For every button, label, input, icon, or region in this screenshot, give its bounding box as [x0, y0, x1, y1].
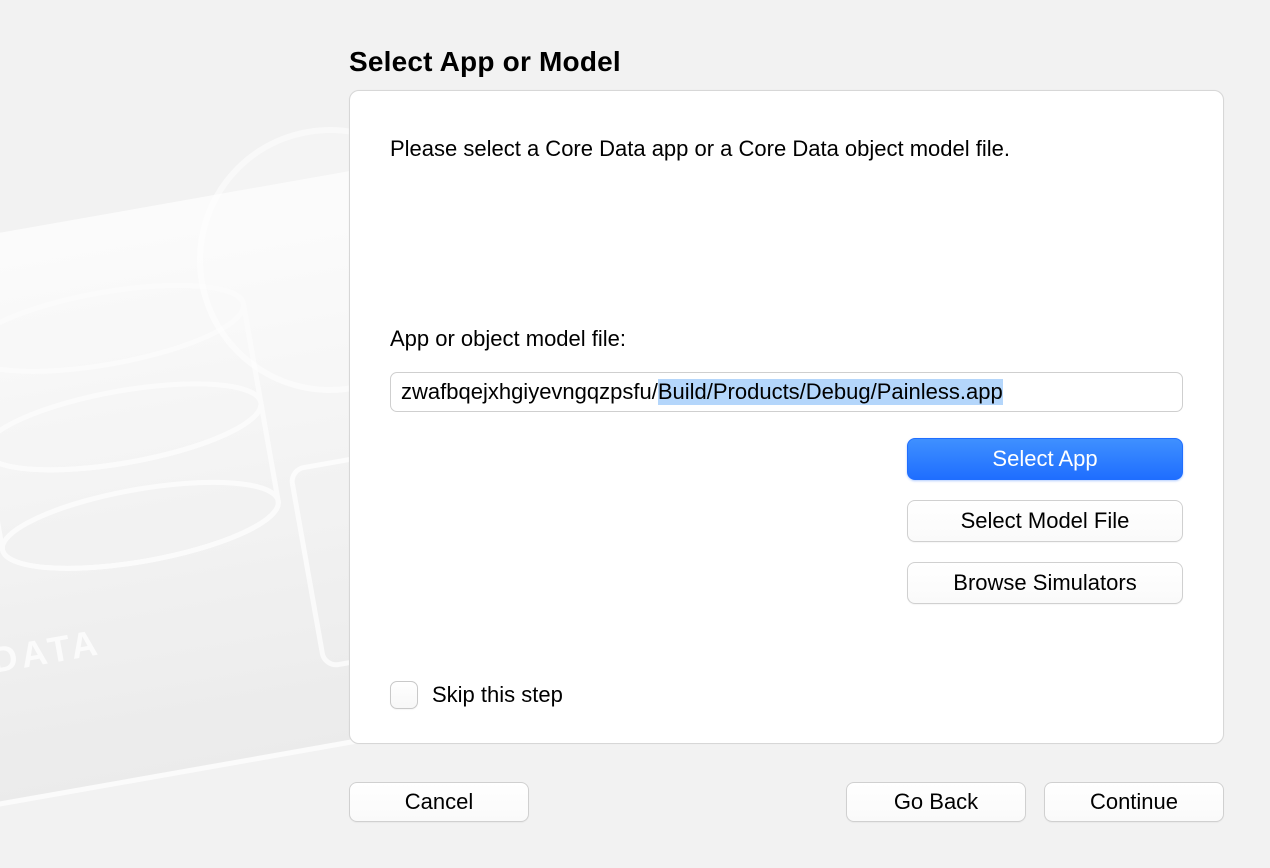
- instruction-text: Please select a Core Data app or a Core …: [390, 135, 1183, 164]
- skip-step-checkbox[interactable]: [390, 681, 418, 709]
- path-field-label: App or object model file:: [390, 326, 1183, 352]
- bg-label-data: DATA: [0, 621, 104, 681]
- path-input-prefix: zwafbqejxhgiyevngqzpsfu/: [401, 379, 658, 405]
- action-button-stack: Select App Select Model File Browse Simu…: [390, 438, 1183, 604]
- select-app-button[interactable]: Select App: [907, 438, 1183, 480]
- footer-buttons: Cancel Go Back Continue: [349, 782, 1224, 822]
- page-title: Select App or Model: [349, 46, 621, 78]
- go-back-button[interactable]: Go Back: [846, 782, 1026, 822]
- path-input[interactable]: zwafbqejxhgiyevngqzpsfu/Build/Products/D…: [390, 372, 1183, 412]
- continue-button[interactable]: Continue: [1044, 782, 1224, 822]
- browse-simulators-button[interactable]: Browse Simulators: [907, 562, 1183, 604]
- skip-step-label: Skip this step: [432, 682, 563, 708]
- skip-step-row[interactable]: Skip this step: [390, 681, 563, 709]
- path-input-selection: Build/Products/Debug/Painless.app: [658, 379, 1003, 405]
- main-panel: Please select a Core Data app or a Core …: [349, 90, 1224, 744]
- select-model-file-button[interactable]: Select Model File: [907, 500, 1183, 542]
- cancel-button[interactable]: Cancel: [349, 782, 529, 822]
